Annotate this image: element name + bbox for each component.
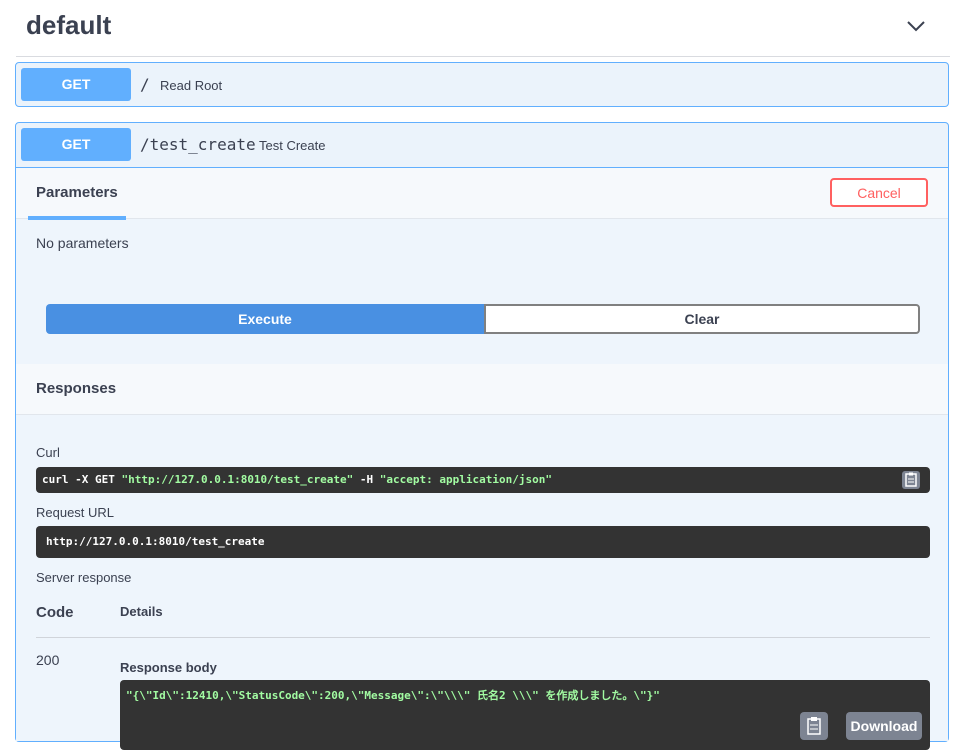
responses-header: Responses	[16, 364, 948, 415]
curl-header-flag: -H	[353, 473, 380, 486]
no-parameters-text: No parameters	[36, 235, 129, 251]
execute-button[interactable]: Execute	[46, 304, 484, 334]
method-badge: GET	[21, 128, 131, 161]
response-body-text: "{\"Id\":12410,\"StatusCode\":200,\"Mess…	[126, 689, 660, 702]
chevron-down-icon[interactable]	[904, 14, 928, 38]
tag-header[interactable]: default	[16, 0, 950, 57]
operation-summary[interactable]: GET / Read Root	[16, 63, 948, 107]
curl-accept-header: "accept: application/json"	[379, 473, 552, 486]
tag-title: default	[26, 10, 112, 40]
method-badge: GET	[21, 68, 131, 101]
clear-button[interactable]: Clear	[484, 304, 920, 334]
code-column-header: Code	[36, 604, 74, 621]
operation-path: /	[140, 75, 150, 94]
tab-parameters[interactable]: Parameters	[28, 168, 126, 220]
response-body-label: Response body	[120, 660, 217, 675]
curl-url: "http://127.0.0.1:8010/test_create"	[121, 473, 354, 486]
operation-summary[interactable]: GET /test_create Test Create	[16, 123, 948, 167]
parameters-header: Parameters Cancel	[16, 168, 948, 220]
copy-icon[interactable]	[902, 471, 920, 489]
curl-label: Curl	[36, 445, 60, 460]
operation-get-test-create: GET /test_create Test Create Parameters …	[15, 122, 949, 750]
responses-table-header: Code Details	[36, 595, 930, 638]
request-url-label: Request URL	[36, 505, 115, 520]
operation-path: /test_create	[140, 135, 256, 154]
operation-description: Read Root	[160, 78, 223, 93]
curl-command[interactable]: curl -X GET "http://127.0.0.1:8010/test_…	[36, 467, 930, 493]
download-button[interactable]: Download	[846, 712, 922, 740]
status-code: 200	[36, 652, 60, 668]
cancel-button[interactable]: Cancel	[830, 178, 928, 207]
operation-description: Test Create	[259, 138, 326, 153]
curl-command-prefix: curl -X GET	[42, 473, 122, 486]
operation-body: Parameters Cancel No parameters Execute …	[16, 167, 948, 750]
operation-get-root: GET / Read Root	[15, 62, 949, 107]
details-column-header: Details	[120, 604, 163, 619]
copy-icon[interactable]	[800, 712, 828, 740]
request-url[interactable]: http://127.0.0.1:8010/test_create	[36, 526, 930, 558]
request-url-value: http://127.0.0.1:8010/test_create	[46, 535, 265, 548]
responses-title: Responses	[36, 380, 117, 397]
server-response-label: Server response	[36, 570, 132, 585]
response-body[interactable]: "{\"Id\":12410,\"StatusCode\":200,\"Mess…	[120, 680, 930, 750]
